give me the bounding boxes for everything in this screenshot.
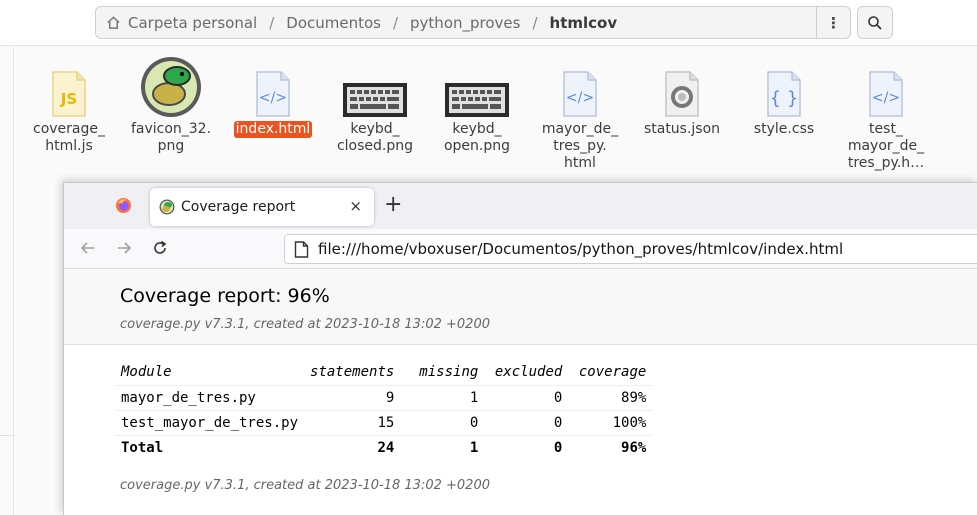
coverage-total: 96%	[568, 434, 653, 460]
file-manager-header: Carpeta personal / Documentos / python_p…	[0, 0, 977, 46]
column-header-statements[interactable]: statements	[304, 360, 400, 385]
table-total-row: Total 24 1 0 96%	[115, 434, 653, 460]
file-item-mayor-de-tres-py-html[interactable]: </> mayor_de_ tres_py. html	[534, 56, 626, 172]
file-item-coverage-html-js[interactable]: JS coverage_ html.js	[23, 56, 115, 155]
missing-cell: 1	[400, 384, 485, 410]
tab-bar: Coverage report × +	[64, 183, 977, 229]
page-title: Coverage report: 96%	[120, 285, 330, 307]
coverage-cell: 100%	[568, 409, 653, 435]
file-name: keybd_ open.png	[443, 121, 511, 154]
column-header-missing[interactable]: missing	[400, 360, 484, 385]
table-row: mayor_de_tres.py 9 1 0 89%	[115, 384, 653, 410]
coverage-cell: 89%	[568, 384, 653, 410]
total-label: Total	[115, 434, 305, 460]
html-file-icon: </>	[563, 71, 597, 117]
html-file-icon: </>	[256, 71, 290, 117]
js-file-icon: JS	[52, 71, 86, 117]
file-item-status-json[interactable]: status.json	[636, 56, 728, 138]
file-name: coverage_ html.js	[33, 121, 105, 154]
vertical-dots-icon: ⋮	[826, 13, 841, 32]
file-name: test_ mayor_de_ tres_py.h…	[847, 121, 925, 171]
sidebar-edge	[0, 46, 14, 515]
report-meta: coverage.py v7.3.1, created at 2023-10-1…	[120, 317, 490, 332]
excluded-cell: 0	[484, 384, 569, 410]
turtle-image-icon	[141, 57, 201, 117]
keyboard-image-icon	[445, 83, 509, 117]
firefox-icon[interactable]	[115, 197, 132, 214]
file-item-favicon-32-png[interactable]: favicon_32. png	[125, 56, 217, 155]
svg-text:</>: </>	[566, 90, 594, 106]
module-link[interactable]: test_mayor_de_tres.py	[115, 409, 305, 435]
svg-text:</>: </>	[259, 90, 287, 106]
table-row: test_mayor_de_tres.py 15 0 0 100%	[115, 409, 653, 435]
statements-cell: 15	[304, 409, 401, 435]
reload-icon[interactable]	[150, 238, 170, 258]
breadcrumb-htmlcov[interactable]: htmlcov	[548, 14, 620, 32]
svg-text:JS: JS	[60, 90, 77, 108]
svg-text:{ }: { }	[770, 88, 799, 109]
svg-text:</>: </>	[872, 90, 900, 106]
file-item-style-css[interactable]: { } style.css	[738, 56, 830, 138]
breadcrumb-separator: /	[269, 13, 275, 32]
file-item-index-html[interactable]: </> index.html	[227, 56, 319, 138]
excluded-cell: 0	[484, 409, 569, 435]
report-footer: coverage.py v7.3.1, created at 2023-10-1…	[120, 478, 490, 493]
home-icon[interactable]	[106, 15, 121, 30]
file-name: mayor_de_ tres_py. html	[541, 121, 619, 171]
back-arrow-icon[interactable]	[78, 238, 98, 258]
turtle-favicon-icon	[159, 199, 175, 215]
breadcrumb-documentos[interactable]: Documentos	[284, 14, 383, 32]
file-item-keybd-closed-png[interactable]: keybd_ closed.png	[329, 56, 421, 155]
file-name: keybd_ closed.png	[336, 121, 414, 154]
new-tab-button[interactable]: +	[384, 194, 402, 216]
statements-cell: 9	[304, 384, 401, 410]
column-header-coverage[interactable]: coverage	[568, 360, 652, 385]
file-item-keybd-open-png[interactable]: keybd_ open.png	[431, 56, 523, 155]
page-content: Coverage report: 96% coverage.py v7.3.1,…	[64, 270, 977, 515]
page-icon	[294, 240, 309, 258]
module-link[interactable]: mayor_de_tres.py	[115, 384, 305, 410]
search-button[interactable]	[857, 6, 893, 39]
missing-cell: 0	[400, 409, 485, 435]
breadcrumb-separator: /	[392, 13, 399, 32]
forward-arrow-icon[interactable]	[114, 238, 134, 258]
breadcrumb-home[interactable]: Carpeta personal	[126, 14, 259, 32]
close-icon[interactable]: ×	[349, 197, 362, 215]
file-name: style.css	[753, 121, 815, 137]
html-file-icon: </>	[869, 71, 903, 117]
file-item-test-mayor-de-tres-py-html[interactable]: </> test_ mayor_de_ tres_py.h…	[840, 56, 932, 172]
breadcrumb-separator: /	[532, 13, 538, 32]
file-name: status.json	[643, 121, 721, 137]
coverage-table: Module statements missing excluded cover…	[115, 360, 653, 460]
file-name: index.html	[233, 121, 313, 138]
file-name: favicon_32. png	[130, 121, 212, 154]
path-menu-button[interactable]: ⋮	[816, 7, 850, 38]
navigation-bar: file:///home/vboxuser/Documentos/python_…	[64, 229, 977, 269]
statements-total: 24	[304, 434, 401, 460]
browser-window: Coverage report × + file:///home/vboxuse…	[63, 182, 977, 515]
report-header: Coverage report: 96% coverage.py v7.3.1,…	[64, 270, 977, 345]
sidebar-divider	[0, 435, 14, 436]
missing-total: 1	[400, 434, 485, 460]
url-bar[interactable]: file:///home/vboxuser/Documentos/python_…	[284, 234, 977, 264]
excluded-total: 0	[484, 434, 569, 460]
tab-coverage-report[interactable]: Coverage report ×	[150, 188, 374, 226]
url-text: file:///home/vboxuser/Documentos/python_…	[318, 240, 844, 258]
keyboard-image-icon	[343, 83, 407, 117]
search-icon	[868, 15, 882, 30]
table-header-row: Module statements missing excluded cover…	[115, 360, 652, 385]
breadcrumb-python-proves[interactable]: python_proves	[408, 14, 522, 32]
json-file-icon	[665, 71, 699, 117]
tab-title: Coverage report	[181, 199, 296, 215]
path-bar[interactable]: Carpeta personal / Documentos / python_p…	[95, 6, 851, 39]
column-header-module[interactable]: Module	[115, 360, 304, 385]
css-file-icon: { }	[767, 71, 801, 117]
column-header-excluded[interactable]: excluded	[484, 360, 568, 385]
